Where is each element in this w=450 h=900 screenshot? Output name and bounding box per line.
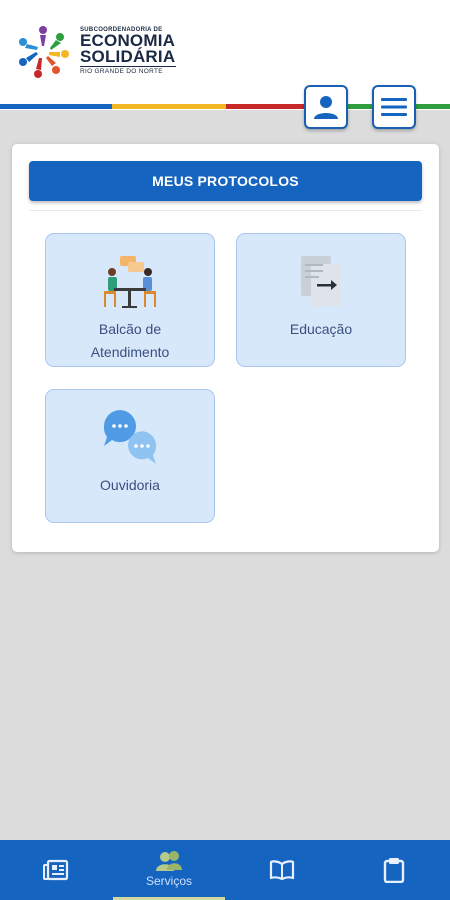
tile-label-line2: Atendimento bbox=[90, 344, 170, 360]
service-desk-icon bbox=[104, 256, 156, 308]
news-icon bbox=[43, 859, 69, 881]
nav-book[interactable] bbox=[226, 840, 338, 900]
clipboard-icon bbox=[383, 858, 405, 883]
nav-servicos[interactable]: Serviços bbox=[113, 840, 225, 900]
nav-clipboard[interactable] bbox=[338, 840, 450, 900]
logo-title-line2: SOLIDÁRIA bbox=[80, 47, 176, 66]
tile-balcao-atendimento[interactable]: Balcão de Atendimento bbox=[45, 233, 215, 367]
tile-ouvidoria[interactable]: Ouvidoria bbox=[45, 389, 215, 523]
stripe-yellow bbox=[112, 104, 226, 109]
divider bbox=[29, 210, 422, 211]
book-icon bbox=[269, 860, 295, 881]
tile-educacao[interactable]: Educação bbox=[236, 233, 406, 367]
people-icon bbox=[156, 850, 182, 871]
chat-bubbles-icon bbox=[103, 410, 157, 464]
logo-subtitle-bottom: RIO GRANDE DO NORTE bbox=[80, 66, 176, 75]
bottom-navigation: Serviços bbox=[0, 840, 450, 900]
menu-button[interactable] bbox=[372, 85, 416, 129]
user-icon bbox=[314, 96, 338, 119]
hamburger-icon bbox=[381, 98, 407, 116]
document-transfer-icon bbox=[301, 256, 341, 306]
services-card: MEUS PROTOCOLOS Balcão de Atendimento Ed… bbox=[12, 144, 439, 552]
tile-label-line1: Balcão de bbox=[98, 321, 162, 337]
profile-button[interactable] bbox=[304, 85, 348, 129]
my-protocols-button[interactable]: MEUS PROTOCOLOS bbox=[29, 161, 422, 201]
tile-label-line1: Ouvidoria bbox=[100, 477, 160, 493]
nav-label-servicos: Serviços bbox=[145, 873, 192, 888]
logo-mark-icon bbox=[19, 26, 69, 78]
tile-label-line1: Educação bbox=[289, 321, 353, 337]
stripe-blue bbox=[0, 104, 112, 109]
nav-news[interactable] bbox=[0, 840, 112, 900]
economia-solidaria-logo: SUBCOORDENADORIA DE ECONOMIA SOLIDÁRIA R… bbox=[14, 22, 176, 80]
logo-text: SUBCOORDENADORIA DE ECONOMIA SOLIDÁRIA R… bbox=[80, 27, 190, 75]
